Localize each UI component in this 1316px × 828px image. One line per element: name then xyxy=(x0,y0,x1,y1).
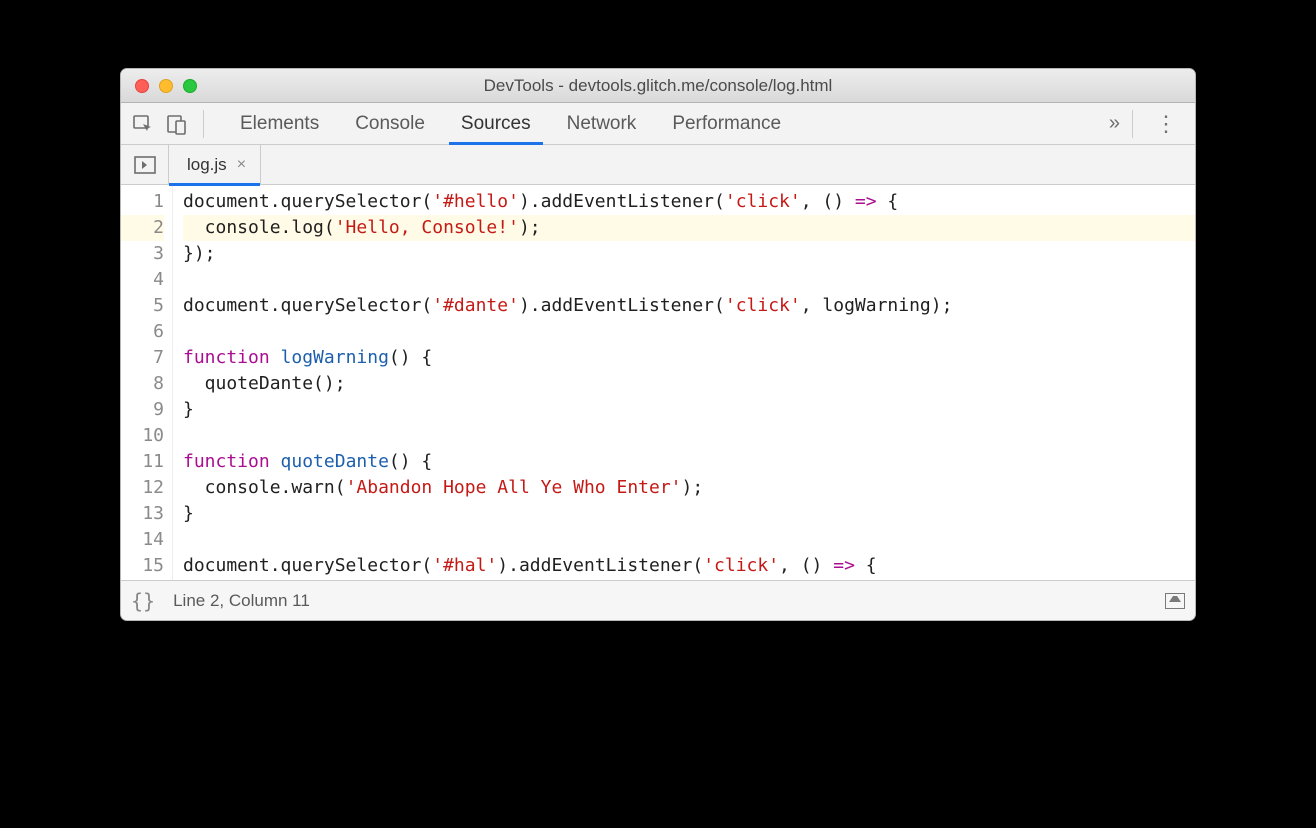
line-number[interactable]: 14 xyxy=(121,527,164,553)
code-line[interactable]: } xyxy=(183,501,1195,527)
show-drawer-icon[interactable] xyxy=(1165,593,1185,609)
line-number[interactable]: 10 xyxy=(121,423,164,449)
file-tab-name: log.js xyxy=(187,155,227,175)
main-toolbar: ElementsConsoleSourcesNetworkPerformance… xyxy=(121,103,1195,145)
line-number[interactable]: 7 xyxy=(121,345,164,371)
code-line[interactable] xyxy=(183,319,1195,345)
settings-menu-icon[interactable]: ⋮ xyxy=(1145,111,1187,137)
line-gutter[interactable]: 123456789101112131415 xyxy=(121,185,173,580)
code-line[interactable]: document.querySelector('#hal').addEventL… xyxy=(183,553,1195,579)
device-toggle-icon[interactable] xyxy=(163,110,191,138)
panel-tab-elements[interactable]: Elements xyxy=(222,103,337,145)
panel-tab-performance[interactable]: Performance xyxy=(654,103,799,145)
window-titlebar[interactable]: DevTools - devtools.glitch.me/console/lo… xyxy=(121,69,1195,103)
more-panels-icon[interactable]: » xyxy=(1097,112,1132,135)
panel-tab-network[interactable]: Network xyxy=(549,103,655,145)
code-line[interactable] xyxy=(183,527,1195,553)
traffic-lights xyxy=(121,79,197,93)
code-area[interactable]: document.querySelector('#hello').addEven… xyxy=(173,185,1195,580)
file-tab[interactable]: log.js × xyxy=(169,145,261,185)
line-number[interactable]: 5 xyxy=(121,293,164,319)
code-line[interactable]: function logWarning() { xyxy=(183,345,1195,371)
status-bar: {} Line 2, Column 11 xyxy=(121,580,1195,620)
inspect-element-icon[interactable] xyxy=(129,110,157,138)
line-number[interactable]: 11 xyxy=(121,449,164,475)
devtools-window: DevTools - devtools.glitch.me/console/lo… xyxy=(120,68,1196,621)
file-tab-bar: log.js × xyxy=(121,145,1195,185)
line-number[interactable]: 1 xyxy=(121,189,164,215)
line-number[interactable]: 15 xyxy=(121,553,164,579)
code-line[interactable]: } xyxy=(183,397,1195,423)
panel-tab-sources[interactable]: Sources xyxy=(443,103,549,145)
navigator-toggle-icon[interactable] xyxy=(121,145,169,185)
code-line[interactable]: document.querySelector('#hello').addEven… xyxy=(183,189,1195,215)
code-line[interactable] xyxy=(183,423,1195,449)
maximize-window-button[interactable] xyxy=(183,79,197,93)
close-icon[interactable]: × xyxy=(237,156,246,174)
panel-tabs: ElementsConsoleSourcesNetworkPerformance xyxy=(222,103,1097,145)
code-line[interactable]: }); xyxy=(183,241,1195,267)
code-line[interactable]: console.warn('Abandon Hope All Ye Who En… xyxy=(183,475,1195,501)
window-title: DevTools - devtools.glitch.me/console/lo… xyxy=(121,76,1195,96)
source-editor[interactable]: 123456789101112131415 document.querySele… xyxy=(121,185,1195,580)
line-number[interactable]: 12 xyxy=(121,475,164,501)
code-line[interactable] xyxy=(183,267,1195,293)
line-number[interactable]: 8 xyxy=(121,371,164,397)
line-number[interactable]: 2 xyxy=(121,215,164,241)
pretty-print-icon[interactable]: {} xyxy=(131,589,155,613)
line-number[interactable]: 4 xyxy=(121,267,164,293)
line-number[interactable]: 9 xyxy=(121,397,164,423)
code-line[interactable]: console.log('Hello, Console!'); xyxy=(183,215,1195,241)
line-number[interactable]: 6 xyxy=(121,319,164,345)
code-line[interactable]: document.querySelector('#dante').addEven… xyxy=(183,293,1195,319)
cursor-position: Line 2, Column 11 xyxy=(173,591,310,611)
line-number[interactable]: 3 xyxy=(121,241,164,267)
line-number[interactable]: 13 xyxy=(121,501,164,527)
code-line[interactable]: function quoteDante() { xyxy=(183,449,1195,475)
code-line[interactable]: quoteDante(); xyxy=(183,371,1195,397)
panel-tab-console[interactable]: Console xyxy=(337,103,443,145)
minimize-window-button[interactable] xyxy=(159,79,173,93)
close-window-button[interactable] xyxy=(135,79,149,93)
